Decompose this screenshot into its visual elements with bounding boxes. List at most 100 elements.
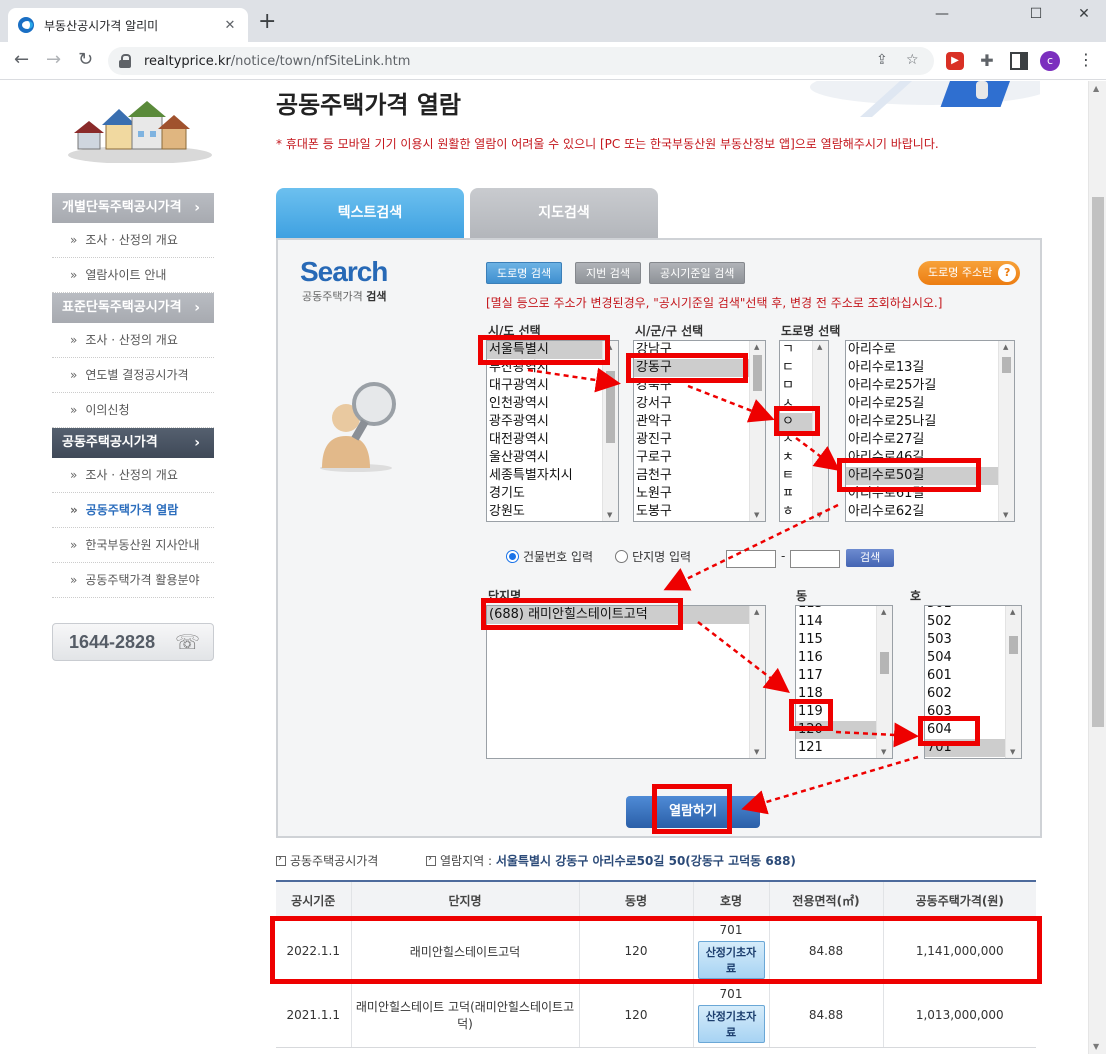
dong-listbox[interactable]: 113 114 115 116 117 118 119 120 121 122 …	[795, 605, 893, 759]
browser-toolbar: ← → ↻ realtyprice.kr/notice/town/nfSiteL…	[0, 42, 1106, 80]
list-option[interactable]: 아리수로25가길	[846, 377, 1014, 395]
list-option[interactable]: 아리수로25길	[846, 395, 1014, 413]
forward-button[interactable]: →	[46, 51, 61, 69]
sidebar-item-individual-overview[interactable]: 조사 · 산정의 개요	[52, 223, 214, 258]
list-option[interactable]: 관악구	[634, 413, 765, 431]
list-option[interactable]: 금천구	[634, 467, 765, 485]
result-breadcrumb: 공동주택공시가격	[276, 852, 378, 869]
calc-basis-button[interactable]: 산정기초자료	[697, 1005, 765, 1043]
building-number-radio[interactable]	[506, 550, 519, 563]
sidebar-item-apartment-overview[interactable]: 조사 · 산정의 개요	[52, 458, 214, 493]
complex-scrollbar[interactable]: ▲ ▼	[749, 606, 765, 758]
list-option[interactable]: 세종특별자치시	[487, 467, 618, 485]
tab-title: 부동산공시가격 알리미	[44, 18, 159, 33]
list-option[interactable]: (688) 래미안힐스테이트고덕	[487, 606, 765, 624]
new-tab-button[interactable]: +	[258, 11, 276, 33]
browser-menu-icon[interactable]: ⋮	[1078, 50, 1094, 69]
share-icon[interactable]: ⇪	[876, 52, 888, 68]
list-option[interactable]: 강남구	[634, 341, 765, 359]
calc-basis-button[interactable]: 산정기초자료	[697, 941, 765, 979]
list-option[interactable]: 노원구	[634, 485, 765, 503]
list-option[interactable]: 서울특별시	[487, 341, 618, 359]
list-option[interactable]: 대구광역시	[487, 377, 618, 395]
road-listbox[interactable]: 아리수로 아리수로13길 아리수로25가길 아리수로25길 아리수로25나길 아…	[845, 340, 1015, 522]
sidebar-item-standard-yearly[interactable]: 연도별 결정공시가격	[52, 358, 214, 393]
side-panel-icon[interactable]	[1010, 52, 1028, 70]
browser-tab[interactable]: 부동산공시가격 알리미 ✕	[8, 8, 248, 42]
list-option[interactable]: 강북구	[634, 377, 765, 395]
sidebar-group-standard-house[interactable]: 표준단독주택공시가격 ›	[52, 293, 214, 323]
road-address-help-button[interactable]: 도로명 주소란?	[918, 261, 1021, 285]
window-close-button[interactable]: ✕	[1074, 6, 1094, 22]
list-option[interactable]: 인천광역시	[487, 395, 618, 413]
profile-avatar[interactable]: c	[1040, 51, 1060, 71]
base-date-search-button[interactable]: 공시기준일 검색	[649, 262, 746, 284]
complex-name-radio-label[interactable]: 단지명 입력	[632, 548, 691, 565]
list-option[interactable]: 강동구	[634, 359, 765, 377]
dong-scrollbar[interactable]: ▲ ▼	[876, 606, 892, 758]
sidebar-item-apartment-view[interactable]: 공동주택가격 열람	[52, 493, 214, 528]
list-option[interactable]: 강원도	[487, 503, 618, 521]
list-option[interactable]: 아리수로13길	[846, 359, 1014, 377]
sidebar-item-branch-guide[interactable]: 한국부동산원 지사안내	[52, 528, 214, 563]
list-option[interactable]: 도봉구	[634, 503, 765, 521]
sidebar-item-individual-site-guide[interactable]: 열람사이트 안내	[52, 258, 214, 293]
extensions-puzzle-icon[interactable]: ✚	[978, 52, 996, 70]
building-sub-number-input[interactable]	[790, 550, 840, 568]
reload-button[interactable]: ↻	[78, 51, 93, 69]
building-main-number-input[interactable]	[726, 550, 776, 568]
list-option[interactable]: 강서구	[634, 395, 765, 413]
complex-name-radio[interactable]	[615, 550, 629, 563]
tab-close-icon[interactable]: ✕	[222, 18, 238, 33]
question-icon: ?	[998, 264, 1017, 282]
list-option[interactable]: 광주광역시	[487, 413, 618, 431]
scroll-up-icon[interactable]: ▲	[1093, 84, 1099, 93]
gungu-listbox[interactable]: 강남구 강동구 강북구 강서구 관악구 광진구 구로구 금천구 노원구 도봉구 …	[633, 340, 766, 522]
list-option[interactable]: 아리수로27길	[846, 431, 1014, 449]
list-option[interactable]: 아리수로62길	[846, 503, 1014, 521]
sidebar-item-standard-objection[interactable]: 이의신청	[52, 393, 214, 428]
gungu-scrollbar[interactable]: ▲ ▼	[749, 341, 765, 521]
phone-banner[interactable]: 1644-2828 ☏	[52, 623, 214, 661]
list-option[interactable]: 아리수로25나길	[846, 413, 1014, 431]
view-button[interactable]: 열람하기	[626, 796, 760, 828]
list-option[interactable]: 부산광역시	[487, 359, 618, 377]
sido-listbox[interactable]: 서울특별시 부산광역시 대구광역시 인천광역시 광주광역시 대전광역시 울산광역…	[486, 340, 619, 522]
list-option[interactable]: 아리수로50길	[846, 467, 1014, 485]
list-option[interactable]: 울산광역시	[487, 449, 618, 467]
sidebar-item-standard-overview[interactable]: 조사 · 산정의 개요	[52, 323, 214, 358]
lock-icon[interactable]	[118, 54, 132, 68]
window-minimize-button[interactable]: —	[932, 6, 952, 22]
tab-text-search[interactable]: 텍스트검색	[276, 188, 464, 238]
window-maximize-button[interactable]: ☐	[1026, 6, 1046, 22]
road-name-search-button[interactable]: 도로명 검색	[486, 262, 563, 284]
page-scroll-thumb[interactable]	[1092, 197, 1104, 727]
back-button[interactable]: ←	[14, 51, 29, 69]
page-scrollbar[interactable]: ▲ ▼	[1088, 81, 1106, 1054]
list-option[interactable]: 구로구	[634, 449, 765, 467]
list-option[interactable]: 대전광역시	[487, 431, 618, 449]
complex-listbox[interactable]: (688) 래미안힐스테이트고덕 ▲ ▼	[486, 605, 766, 759]
sidebar-item-apartment-usage[interactable]: 공동주택가격 활용분야	[52, 563, 214, 598]
initial-scrollbar[interactable]: ▲ ▼	[812, 341, 828, 521]
address-bar[interactable]: realtyprice.kr/notice/town/nfSiteLink.ht…	[108, 47, 934, 75]
list-option[interactable]: 아리수로61길	[846, 485, 1014, 503]
initial-listbox[interactable]: ㄱ ㄷ ㅁ ㅅ ㅇ ㅈ ㅊ ㅌ ㅍ ㅎ ▲ ▼	[779, 340, 829, 522]
list-option[interactable]: 광진구	[634, 431, 765, 449]
tab-map-search[interactable]: 지도검색	[470, 188, 658, 238]
list-option[interactable]: 아리수로	[846, 341, 1014, 359]
sidebar-group-apartment[interactable]: 공동주택공시가격 ›	[52, 428, 214, 458]
list-option[interactable]: 아리수로46길	[846, 449, 1014, 467]
sido-scrollbar[interactable]: ▲ ▼	[602, 341, 618, 521]
road-scrollbar[interactable]: ▲ ▼	[998, 341, 1014, 521]
lot-number-search-button[interactable]: 지번 검색	[575, 262, 641, 284]
sidebar-group-individual-house[interactable]: 개별단독주택공시가격 ›	[52, 193, 214, 223]
number-search-button[interactable]: 검색	[846, 549, 895, 567]
scroll-down-icon[interactable]: ▼	[1093, 1042, 1099, 1051]
bookmark-star-icon[interactable]: ☆	[906, 52, 919, 68]
list-option[interactable]: 경기도	[487, 485, 618, 503]
ho-scrollbar[interactable]: ▲ ▼	[1005, 606, 1021, 758]
extension-icon[interactable]: ▶	[946, 52, 964, 70]
building-number-radio-label[interactable]: 건물번호 입력	[523, 548, 593, 565]
ho-listbox[interactable]: 501 502 503 504 601 602 603 604 701 702 …	[924, 605, 1022, 759]
